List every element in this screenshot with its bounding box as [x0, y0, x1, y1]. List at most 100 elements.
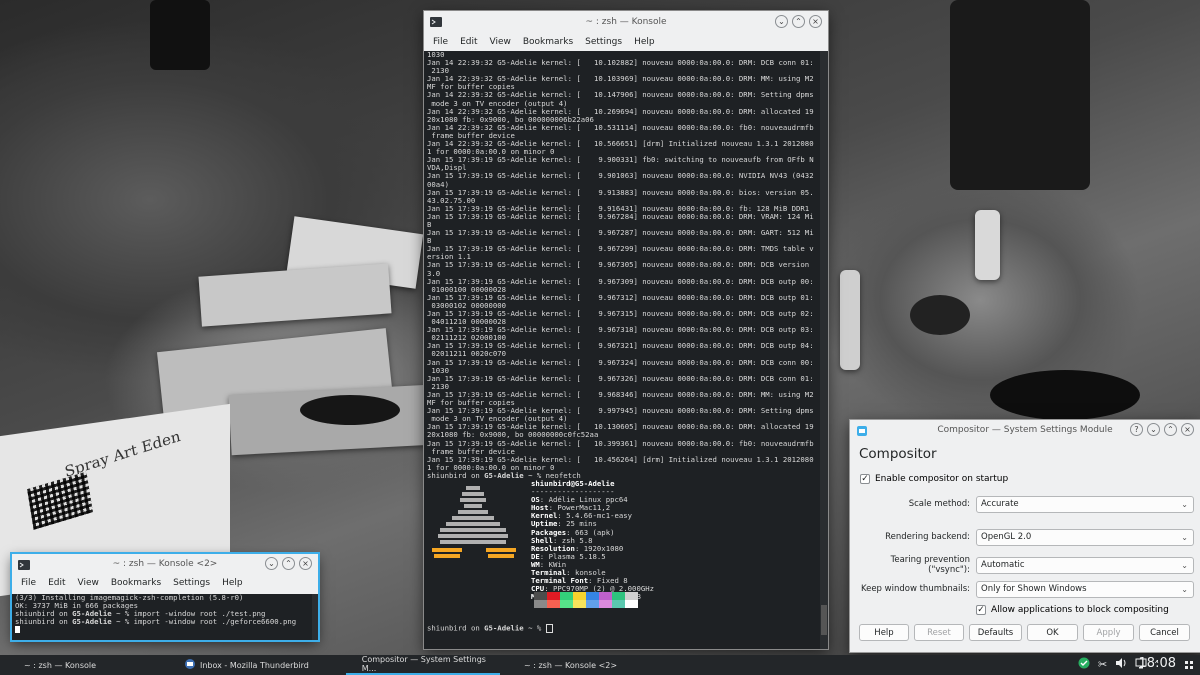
minimize-icon[interactable]: ⌄	[775, 15, 788, 28]
page-title: Compositor	[859, 446, 937, 462]
task-compositor[interactable]: Compositor — System Settings M...	[346, 655, 500, 675]
updates-ok-icon[interactable]	[1078, 657, 1090, 671]
clipboard-scissors-icon[interactable]: ✂	[1098, 658, 1107, 671]
menu-edit[interactable]: Edit	[43, 578, 70, 588]
close-icon[interactable]: ×	[1181, 423, 1194, 436]
prompt-line-final: shiunbird on G5-Adelie ~ %	[424, 624, 828, 633]
palette-swatch	[612, 591, 625, 600]
window-thumbnails-select[interactable]: Only for Shown Windows ⌄	[976, 580, 1194, 598]
window-thumbnails-label: Keep window thumbnails:	[860, 584, 970, 594]
menu-settings[interactable]: Settings	[580, 37, 627, 47]
konsole-main-menubar: File Edit View Bookmarks Settings Help	[424, 33, 828, 51]
scale-method-label: Scale method:	[908, 499, 970, 509]
color-palette-bright	[424, 599, 828, 608]
menu-help[interactable]: Help	[629, 37, 660, 47]
konsole-main-titlebar[interactable]: ~ : zsh — Konsole ⌄ ⌃ ×	[424, 11, 828, 33]
allow-block-compositing-label: Allow applications to block compositing	[991, 605, 1169, 615]
ok-button[interactable]: OK	[1027, 624, 1078, 641]
close-icon[interactable]: ×	[299, 557, 312, 570]
palette-swatch	[534, 591, 547, 600]
palette-swatch	[560, 599, 573, 608]
rendering-backend-value: OpenGL 2.0	[981, 532, 1032, 542]
wallpaper-trashcan	[950, 0, 1090, 190]
konsole-small-window: ~ : zsh — Konsole <2> ⌄ ⌃ × File Edit Vi…	[12, 554, 318, 640]
maximize-icon[interactable]: ⌃	[792, 15, 805, 28]
help-button[interactable]: Help	[859, 624, 909, 641]
menu-file[interactable]: File	[428, 37, 453, 47]
task-label: ~ : zsh — Konsole <2>	[524, 660, 618, 670]
chevron-down-icon: ⌄	[1181, 584, 1188, 594]
rendering-backend-select[interactable]: OpenGL 2.0 ⌄	[976, 528, 1194, 546]
task-konsole-small[interactable]: ~ : zsh — Konsole <2>	[508, 655, 658, 675]
wallpaper-bottle	[975, 210, 1000, 280]
settings-app-icon[interactable]	[856, 425, 868, 437]
task-label: Inbox - Mozilla Thunderbird	[200, 660, 309, 670]
menu-bookmarks[interactable]: Bookmarks	[518, 37, 578, 47]
compositor-settings-window: Compositor — System Settings Module ? ⌄ …	[850, 420, 1200, 652]
clock[interactable]: 18:08	[1139, 656, 1176, 671]
thunderbird-icon	[184, 658, 196, 672]
terminal-cursor	[15, 626, 20, 634]
enable-compositor-row: ✓ Enable compositor on startup	[860, 470, 1200, 488]
palette-swatch	[560, 591, 573, 600]
scale-method-row: Scale method: Accurate ⌄	[850, 495, 1200, 513]
scale-method-select[interactable]: Accurate ⌄	[976, 495, 1194, 513]
palette-swatch	[573, 591, 586, 600]
neofetch-output: shiunbird@G5-Adelie ------------------- …	[424, 479, 828, 601]
minimize-icon[interactable]: ⌄	[1147, 423, 1160, 436]
scale-method-value: Accurate	[981, 499, 1019, 509]
menu-file[interactable]: File	[16, 578, 41, 588]
allow-block-compositing-checkbox[interactable]: ✓	[976, 605, 986, 615]
reset-button[interactable]: Reset	[914, 624, 964, 641]
terminal-cursor	[545, 623, 553, 633]
maximize-icon[interactable]: ⌃	[1164, 423, 1177, 436]
defaults-button[interactable]: Defaults	[969, 624, 1022, 641]
palette-swatch	[547, 599, 560, 608]
wallpaper-figure	[150, 0, 210, 70]
terminal-area[interactable]: (3/3) Installing imagemagick-zsh-complet…	[12, 594, 318, 640]
palette-swatch	[586, 591, 599, 600]
cancel-button[interactable]: Cancel	[1139, 624, 1190, 641]
prompt-on: on	[466, 470, 485, 480]
compositor-titlebar[interactable]: Compositor — System Settings Module ? ⌄ …	[850, 420, 1200, 440]
terminal-area[interactable]: 1030 Jan 14 22:39:32 G5-Adelie kernel: […	[424, 51, 828, 649]
close-icon[interactable]: ×	[809, 15, 822, 28]
rendering-backend-row: Rendering backend: OpenGL 2.0 ⌄	[850, 528, 1200, 546]
wallpaper-paper	[198, 263, 392, 327]
minimize-icon[interactable]: ⌄	[265, 557, 278, 570]
panel-config-icon[interactable]	[1184, 660, 1194, 670]
palette-swatch	[599, 599, 612, 608]
menu-settings[interactable]: Settings	[168, 578, 215, 588]
menu-edit[interactable]: Edit	[455, 37, 482, 47]
maximize-icon[interactable]: ⌃	[282, 557, 295, 570]
terminal-scrollbar[interactable]	[312, 594, 318, 640]
terminal-scrollbar[interactable]	[820, 51, 828, 649]
menu-view[interactable]: View	[73, 578, 104, 588]
scrollbar-thumb[interactable]	[821, 605, 827, 635]
kernel-log-output: 1030 Jan 14 22:39:32 G5-Adelie kernel: […	[427, 51, 814, 472]
tearing-prevention-row: Tearing prevention ("vsync"): Automatic ⌄	[850, 555, 1200, 575]
enable-compositor-label: Enable compositor on startup	[875, 474, 1009, 484]
task-label: ~ : zsh — Konsole	[24, 660, 97, 670]
window-title: ~ : zsh — Konsole	[585, 17, 667, 27]
menu-bookmarks[interactable]: Bookmarks	[106, 578, 166, 588]
apply-button[interactable]: Apply	[1083, 624, 1134, 641]
tearing-prevention-select[interactable]: Automatic ⌄	[976, 556, 1194, 574]
menu-help[interactable]: Help	[217, 578, 248, 588]
neofetch-info-list: OS: Adélie Linux ppc64 Host: PowerMac11,2…	[531, 496, 821, 601]
terminal-app-icon[interactable]	[430, 16, 442, 28]
task-konsole-main[interactable]: ~ : zsh — Konsole	[8, 655, 166, 675]
help-icon[interactable]: ?	[1130, 423, 1143, 436]
volume-icon[interactable]	[1115, 657, 1127, 671]
window-title: ~ : zsh — Konsole <2>	[112, 559, 218, 569]
enable-compositor-checkbox[interactable]: ✓	[860, 474, 870, 484]
rendering-backend-label: Rendering backend:	[885, 532, 970, 542]
terminal-app-icon[interactable]	[18, 559, 30, 571]
neofetch-info: shiunbird@G5-Adelie ------------------- …	[531, 479, 821, 601]
tearing-prevention-value: Automatic	[981, 560, 1025, 570]
wallpaper-painting	[990, 370, 1140, 420]
task-thunderbird[interactable]: Inbox - Mozilla Thunderbird	[184, 655, 344, 675]
menu-view[interactable]: View	[485, 37, 516, 47]
window-title: Compositor — System Settings Module	[937, 425, 1113, 435]
konsole-small-titlebar[interactable]: ~ : zsh — Konsole <2> ⌄ ⌃ ×	[12, 554, 318, 574]
